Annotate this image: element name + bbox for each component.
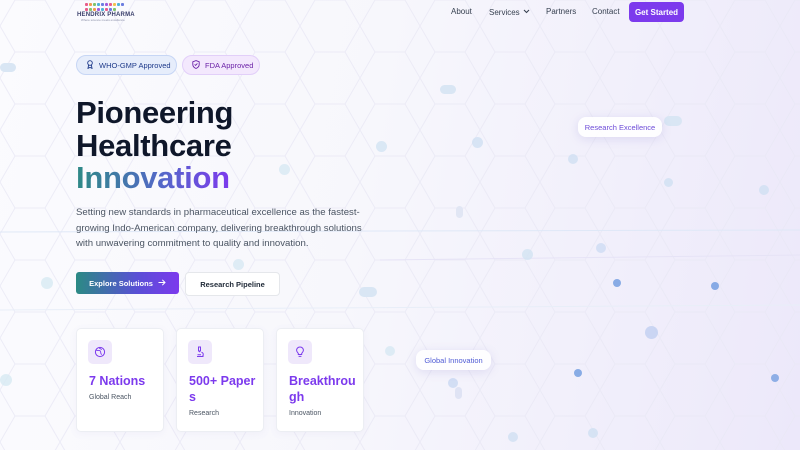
decor-dot [508,432,518,442]
nav-about[interactable]: About [451,7,472,16]
nav-contact-label: Contact [592,7,620,16]
decor-dot [279,164,290,175]
stat-value: 500+ Papers [189,374,256,404]
decor-dot [41,277,53,289]
decor-dot [376,141,387,152]
nav-about-label: About [451,7,472,16]
stat-card-reach: 7 Nations Global Reach [76,328,164,432]
decor-dot [233,259,244,270]
nav-contact[interactable]: Contact [592,7,620,16]
decor-pill [456,206,463,218]
nav-services-label: Services [489,8,520,17]
logo-mark [85,3,125,12]
global-innovation-tag: Global Innovation [416,350,491,370]
decor-pill [440,85,456,94]
brand-logo[interactable]: HENDRIX PHARMA Where science meets excel… [77,3,135,23]
award-icon [86,59,94,71]
decor-dot [664,178,673,187]
headline-line-2: Healthcare [76,128,232,163]
stat-value: Breakthrough [289,374,356,404]
decor-dot [472,137,483,148]
decor-pill [664,116,682,126]
stat-card-research: 500+ Papers Research [176,328,264,432]
decor-dot [645,326,658,339]
globe-icon [88,340,112,364]
research-excellence-tag: Research Excellence [578,117,662,137]
stat-label: Research [189,410,219,417]
get-started-button[interactable]: Get Started [629,2,684,22]
decor-dot [0,374,12,386]
decor-dot [588,428,598,438]
decor-dot [522,249,533,260]
lightbulb-icon [288,340,312,364]
nav-partners[interactable]: Partners [546,7,576,16]
headline-line-3: Innovation [76,160,230,195]
decor-dot [568,154,578,164]
stat-value: 7 Nations [89,374,146,388]
decor-dot [613,279,621,287]
who-gmp-badge: WHO-GMP Approved [76,55,177,75]
decor-dot [385,346,395,356]
arrow-right-icon [158,278,166,288]
decor-pill [359,287,377,297]
decor-dot [771,374,779,382]
explore-solutions-label: Explore Solutions [89,278,153,288]
brand-tagline: Where science meets excellence [81,18,125,22]
research-pipeline-button[interactable]: Research Pipeline [185,272,280,296]
microscope-icon [188,340,212,364]
stat-card-innovation: Breakthrough Innovation [276,328,364,432]
hero-description: Setting new standards in pharmaceutical … [76,207,362,249]
chevron-down-icon [523,7,530,16]
nav-partners-label: Partners [546,7,577,16]
decor-dot [711,282,719,290]
explore-solutions-button[interactable]: Explore Solutions [76,272,179,294]
decor-dot [596,243,606,253]
fda-badge: FDA Approved [182,55,260,75]
headline-line-1: Pioneering [76,95,234,130]
decor-pill [455,387,462,399]
decor-pill [0,63,16,72]
decor-dot [759,185,769,195]
who-gmp-label: WHO-GMP Approved [99,60,171,70]
nav-services[interactable]: Services [489,7,530,17]
decor-dot [574,369,582,377]
stat-label: Innovation [289,410,322,417]
stat-label: Global Reach [89,394,132,401]
fda-label: FDA Approved [205,60,254,70]
shield-check-icon [192,59,200,71]
